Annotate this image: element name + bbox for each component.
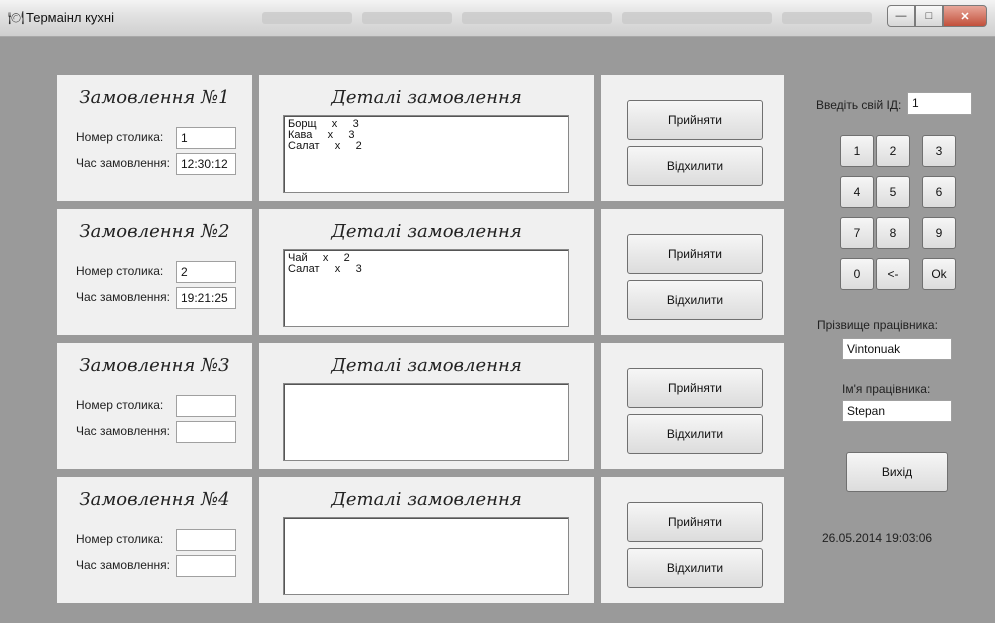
table-number-label: Номер столика:: [76, 264, 164, 278]
keypad-key[interactable]: 3: [922, 135, 956, 167]
order-time-field[interactable]: 19:21:25: [176, 287, 236, 309]
order-info-panel: Замовлення №1 Номер столика: 1 Час замовлен…: [57, 75, 252, 201]
order-time-label: Час замовлення:: [76, 424, 170, 438]
order-info-panel: Замовлення №4 Номер столика: Час замовленн…: [57, 477, 252, 603]
datetime-label: 26.05.2014 19:03:06: [822, 531, 933, 545]
maximize-icon: □: [925, 10, 933, 22]
table-number-field[interactable]: 1: [176, 127, 236, 149]
id-input[interactable]: 1: [907, 92, 972, 115]
details-title: Деталі замовлення: [331, 221, 522, 242]
order-time-field[interactable]: [176, 555, 236, 577]
table-number-field[interactable]: 2: [176, 261, 236, 283]
order-details-panel: Деталі замовлення Борщ х 3 Кава х 3 Салат…: [259, 75, 594, 201]
keypad-key[interactable]: 0: [840, 258, 874, 290]
keypad-key[interactable]: 7: [840, 217, 874, 249]
keypad-key[interactable]: 8: [876, 217, 910, 249]
accept-button[interactable]: Прийняти: [627, 368, 763, 408]
blurred-tab-4: [622, 12, 772, 24]
close-icon: ✕: [960, 10, 970, 23]
kitchen-icon: 🍽: [8, 10, 25, 25]
name-label: Ім'я працівника:: [842, 382, 931, 396]
details-title: Деталі замовлення: [331, 355, 522, 376]
window-title: Термаінл кухні: [26, 10, 115, 25]
order-time-label: Час замовлення:: [76, 558, 170, 572]
minimize-button[interactable]: —: [887, 5, 915, 27]
keypad-key[interactable]: 5: [876, 176, 910, 208]
order-time-label: Час замовлення:: [76, 290, 170, 304]
order-details-textbox[interactable]: [283, 383, 569, 461]
surname-label: Прізвище працівника:: [817, 318, 938, 332]
id-label: Введіть свій ІД:: [816, 98, 902, 112]
minimize-icon: —: [895, 10, 907, 22]
keypad-key[interactable]: 9: [922, 217, 956, 249]
order-actions-panel: Прийняти Відхилити: [601, 209, 784, 335]
accept-button[interactable]: Прийняти: [627, 100, 763, 140]
name-field[interactable]: Stepan: [842, 400, 952, 422]
order-details-textbox[interactable]: Чай х 2 Салат х 3: [283, 249, 569, 327]
reject-button[interactable]: Відхилити: [627, 146, 763, 186]
blurred-tab-5: [782, 12, 872, 24]
accept-button[interactable]: Прийняти: [627, 234, 763, 274]
table-number-label: Номер столика:: [76, 398, 164, 412]
details-title: Деталі замовлення: [331, 489, 522, 510]
order-time-field[interactable]: [176, 421, 236, 443]
order-title: Замовлення №3: [79, 355, 230, 376]
exit-button[interactable]: Вихід: [846, 452, 948, 492]
order-details-textbox[interactable]: Борщ х 3 Кава х 3 Салат х 2: [283, 115, 569, 193]
reject-button[interactable]: Відхилити: [627, 548, 763, 588]
reject-button[interactable]: Відхилити: [627, 280, 763, 320]
maximize-button[interactable]: □: [915, 5, 943, 27]
blurred-tab-1: [262, 12, 352, 24]
order-info-panel: Замовлення №3 Номер столика: Час замовленн…: [57, 343, 252, 469]
window-controls: — □ ✕: [887, 5, 987, 27]
reject-button[interactable]: Відхилити: [627, 414, 763, 454]
table-number-label: Номер столика:: [76, 130, 164, 144]
order-time-field[interactable]: 12:30:12: [176, 153, 236, 175]
table-number-field[interactable]: [176, 395, 236, 417]
close-button[interactable]: ✕: [943, 5, 987, 27]
blurred-tab-3: [462, 12, 612, 24]
surname-field[interactable]: Vintonuak: [842, 338, 952, 360]
keypad-key[interactable]: <-: [876, 258, 910, 290]
order-details-textbox[interactable]: [283, 517, 569, 595]
order-details-panel: Деталі замовлення Чай х 2 Салат х 3: [259, 209, 594, 335]
table-number-field[interactable]: [176, 529, 236, 551]
client-area: Замовлення №1 Номер столика: 1 Час замовлен…: [8, 37, 987, 617]
order-title: Замовлення №1: [79, 87, 230, 108]
order-title: Замовлення №4: [79, 489, 230, 510]
order-info-panel: Замовлення №2 Номер столика: 2 Час замовлен…: [57, 209, 252, 335]
order-title: Замовлення №2: [79, 221, 230, 242]
order-details-panel: Деталі замовлення: [259, 477, 594, 603]
keypad-key[interactable]: 4: [840, 176, 874, 208]
keypad-key[interactable]: Ok: [922, 258, 956, 290]
keypad-key[interactable]: 2: [876, 135, 910, 167]
main-window: 🍽 Термаінл кухні — □ ✕ Замовлення №1 Номе…: [0, 0, 995, 623]
order-actions-panel: Прийняти Відхилити: [601, 477, 784, 603]
details-title: Деталі замовлення: [331, 87, 522, 108]
order-actions-panel: Прийняти Відхилити: [601, 75, 784, 201]
table-number-label: Номер столика:: [76, 532, 164, 546]
keypad-key[interactable]: 1: [840, 135, 874, 167]
order-actions-panel: Прийняти Відхилити: [601, 343, 784, 469]
blurred-tab-2: [362, 12, 452, 24]
title-bar[interactable]: 🍽 Термаінл кухні — □ ✕: [0, 0, 995, 37]
keypad-key[interactable]: 6: [922, 176, 956, 208]
order-time-label: Час замовлення:: [76, 156, 170, 170]
order-details-panel: Деталі замовлення: [259, 343, 594, 469]
accept-button[interactable]: Прийняти: [627, 502, 763, 542]
